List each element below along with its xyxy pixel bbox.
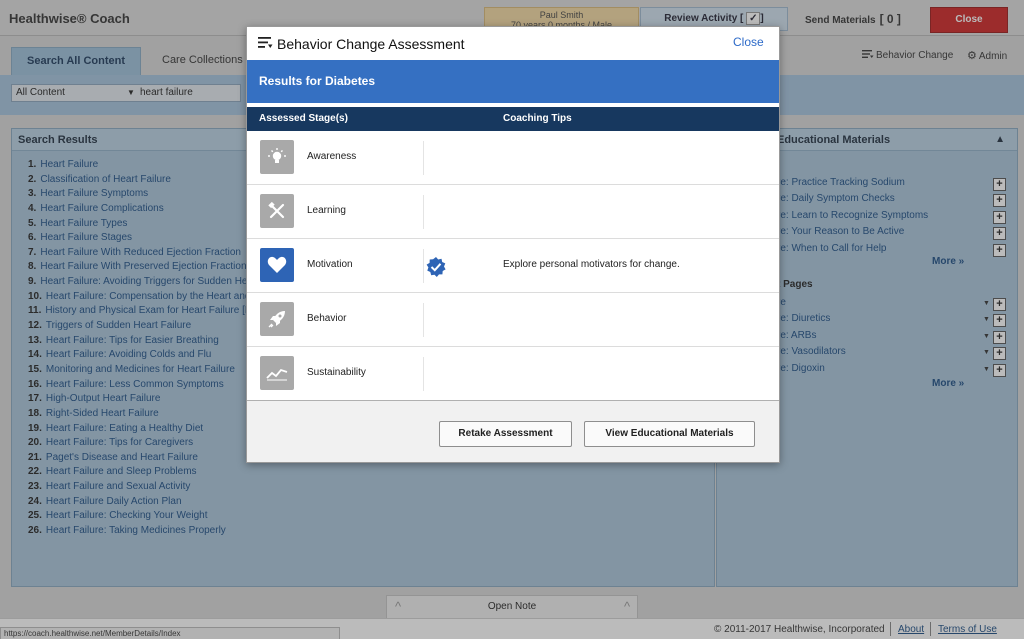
modal-header: Behavior Change Assessment Close <box>247 27 779 60</box>
stage-row-behavior: Behavior <box>247 293 779 347</box>
results-for-heading: Results for Diabetes <box>247 60 779 103</box>
stage-label: Motivation <box>307 259 353 270</box>
column-divider <box>423 195 424 229</box>
stage-row-awareness: Awareness <box>247 131 779 185</box>
tools-icon <box>260 194 294 228</box>
view-educational-materials-button[interactable]: View Educational Materials <box>584 421 755 447</box>
column-divider <box>423 249 424 283</box>
modal-close-button[interactable]: Close <box>733 35 764 49</box>
behavior-change-modal: Behavior Change Assessment Close Results… <box>246 26 780 463</box>
list-filter-icon <box>258 37 273 48</box>
stage-row-motivation: Motivation Explore personal motivators f… <box>247 239 779 293</box>
stage-label: Sustainability <box>307 367 366 378</box>
column-divider <box>423 141 424 175</box>
stage-label: Behavior <box>307 313 347 324</box>
column-header-tips: Coaching Tips <box>503 113 572 124</box>
column-divider <box>423 357 424 391</box>
modal-title: Behavior Change Assessment <box>277 36 465 52</box>
stage-table-header: Assessed Stage(s) Coaching Tips <box>247 107 779 131</box>
rocket-icon <box>260 302 294 336</box>
column-divider <box>423 303 424 337</box>
verified-badge-icon <box>426 257 446 277</box>
coaching-tip: Explore personal motivators for change. <box>503 259 680 270</box>
stage-row-learning: Learning <box>247 185 779 239</box>
lightbulb-icon <box>260 140 294 174</box>
column-header-stage: Assessed Stage(s) <box>259 113 348 124</box>
heart-icon <box>260 248 294 282</box>
stage-label: Awareness <box>307 151 357 162</box>
trend-line-icon <box>260 356 294 390</box>
stage-label: Learning <box>307 205 346 216</box>
stage-row-sustainability: Sustainability <box>247 347 779 401</box>
modal-footer: Retake Assessment View Educational Mater… <box>247 401 779 462</box>
retake-assessment-button[interactable]: Retake Assessment <box>439 421 572 447</box>
